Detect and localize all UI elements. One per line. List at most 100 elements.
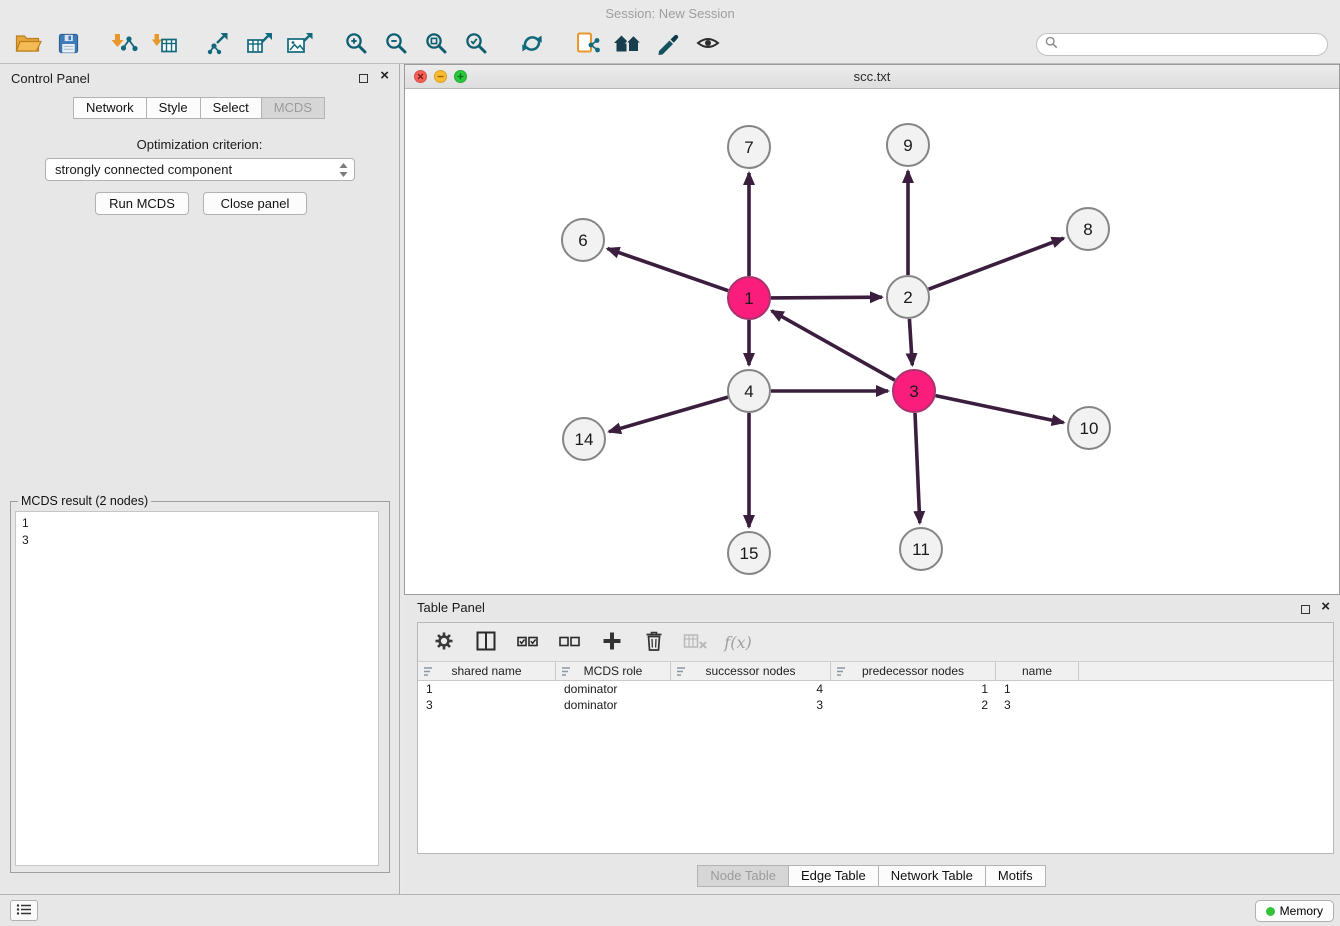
function-builder-button[interactable]: f(x) [724,628,752,656]
table-cell: 3 [418,697,556,713]
network-edge-1-6[interactable] [608,249,729,291]
network-node-3[interactable]: 3 [893,370,935,412]
export-network-icon [206,31,234,58]
run-mcds-button[interactable]: Run MCDS [95,192,189,215]
import-network-button[interactable] [104,28,144,62]
network-node-8[interactable]: 8 [1067,208,1109,250]
network-edge-3-1[interactable] [772,311,895,380]
network-view-window: scc.txt 7 9 6 8 1 2 4 3 14 10 15 11 [404,64,1340,595]
search-box[interactable] [1036,33,1328,56]
show-column-panel-button[interactable] [472,628,500,656]
export-image-button[interactable] [280,28,320,62]
checked-boxes-icon [517,633,539,652]
zoom-fit-button[interactable] [416,28,456,62]
table-cell: 2 [831,697,996,713]
optimization-criterion-label: Optimization criterion: [0,137,399,152]
export-network-button[interactable] [200,28,240,62]
memory-label: Memory [1280,904,1323,918]
main-toolbar [0,26,1340,64]
create-column-button[interactable] [598,628,626,656]
tab-edge-table[interactable]: Edge Table [788,865,879,887]
column-header-successor-nodes[interactable]: successor nodes [671,662,831,680]
memory-button[interactable]: Memory [1255,900,1334,922]
table-settings-button[interactable] [430,628,458,656]
network-node-2[interactable]: 2 [887,276,929,318]
column-header-predecessor-nodes[interactable]: predecessor nodes [831,662,996,680]
task-history-button[interactable] [10,900,38,921]
column-header-name[interactable]: name [996,662,1079,680]
column-header-shared-name[interactable]: shared name [418,662,556,680]
deselect-all-columns-button[interactable] [556,628,584,656]
network-node-1[interactable]: 1 [728,277,770,319]
network-edge-1-2[interactable] [771,297,882,298]
tab-network-table[interactable]: Network Table [878,865,986,887]
delete-table-button[interactable] [682,628,710,656]
network-node-9[interactable]: 9 [887,124,929,166]
network-canvas[interactable]: 7 9 6 8 1 2 4 3 14 10 15 11 [405,89,1339,594]
control-panel-close-button[interactable]: × [380,67,389,85]
home-view-button[interactable] [608,28,648,62]
style-brush-button[interactable] [648,28,688,62]
import-network-icon [110,31,138,58]
network-window-title: scc.txt [854,69,891,84]
refresh-icon [519,31,545,58]
network-node-7[interactable]: 7 [728,126,770,168]
table-cell: 3 [671,697,831,713]
window-close-icon[interactable] [414,70,427,83]
clone-network-icon [574,31,602,58]
delete-column-button[interactable] [640,628,668,656]
tab-select[interactable]: Select [200,97,262,119]
network-node-10[interactable]: 10 [1068,407,1110,449]
tab-mcds[interactable]: MCDS [261,97,325,119]
network-node-6[interactable]: 6 [562,219,604,261]
column-header-mcds-role[interactable]: MCDS role [556,662,671,680]
network-edge-4-14[interactable] [609,397,728,432]
column-sort-icon [676,666,686,680]
network-node-14[interactable]: 14 [563,418,605,460]
show-hide-button[interactable] [688,28,728,62]
window-maximize-icon[interactable] [454,70,467,83]
table-panel-close-button[interactable]: × [1321,598,1330,616]
network-edge-2-3[interactable] [909,319,912,365]
svg-text:2: 2 [903,288,912,307]
search-input[interactable] [1063,38,1319,52]
tab-style[interactable]: Style [146,97,201,119]
zoom-out-button[interactable] [376,28,416,62]
zoom-selected-button[interactable] [456,28,496,62]
table-row[interactable]: 1dominator411 [418,681,1333,697]
export-image-icon [286,31,314,58]
open-file-button[interactable] [8,28,48,62]
network-edge-2-8[interactable] [929,238,1064,289]
traffic-lights [414,70,467,83]
network-edge-3-11[interactable] [915,413,920,523]
network-edge-3-10[interactable] [936,396,1064,423]
svg-text:11: 11 [912,540,930,559]
mcds-result-groupbox: MCDS result (2 nodes) 13 [10,501,390,873]
tab-network[interactable]: Network [73,97,147,119]
import-table-button[interactable] [144,28,184,62]
tab-motifs[interactable]: Motifs [985,865,1046,887]
table-panel-float-button[interactable] [1301,605,1310,614]
network-node-15[interactable]: 15 [728,532,770,574]
plus-icon [601,630,623,655]
export-table-button[interactable] [240,28,280,62]
zoom-in-button[interactable] [336,28,376,62]
select-all-columns-button[interactable] [514,628,542,656]
window-titlebar: Session: New Session [0,0,1340,26]
network-node-4[interactable]: 4 [728,370,770,412]
clone-network-button[interactable] [568,28,608,62]
optimization-criterion-dropdown[interactable]: strongly connected component [45,158,355,181]
columns-icon [475,630,497,655]
mcds-result-line: 1 [22,515,372,532]
network-node-11[interactable]: 11 [900,528,942,570]
mcds-result-list[interactable]: 13 [15,511,379,866]
save-session-button[interactable] [48,28,88,62]
control-panel: Control Panel × Network Style Select MCD… [0,64,400,894]
close-panel-button[interactable]: Close panel [203,192,307,215]
table-row[interactable]: 3dominator323 [418,697,1333,713]
tab-node-table[interactable]: Node Table [697,865,789,887]
control-panel-title: Control Panel [11,71,90,86]
window-minimize-icon[interactable] [434,70,447,83]
refresh-button[interactable] [512,28,552,62]
control-panel-float-button[interactable] [359,74,368,83]
